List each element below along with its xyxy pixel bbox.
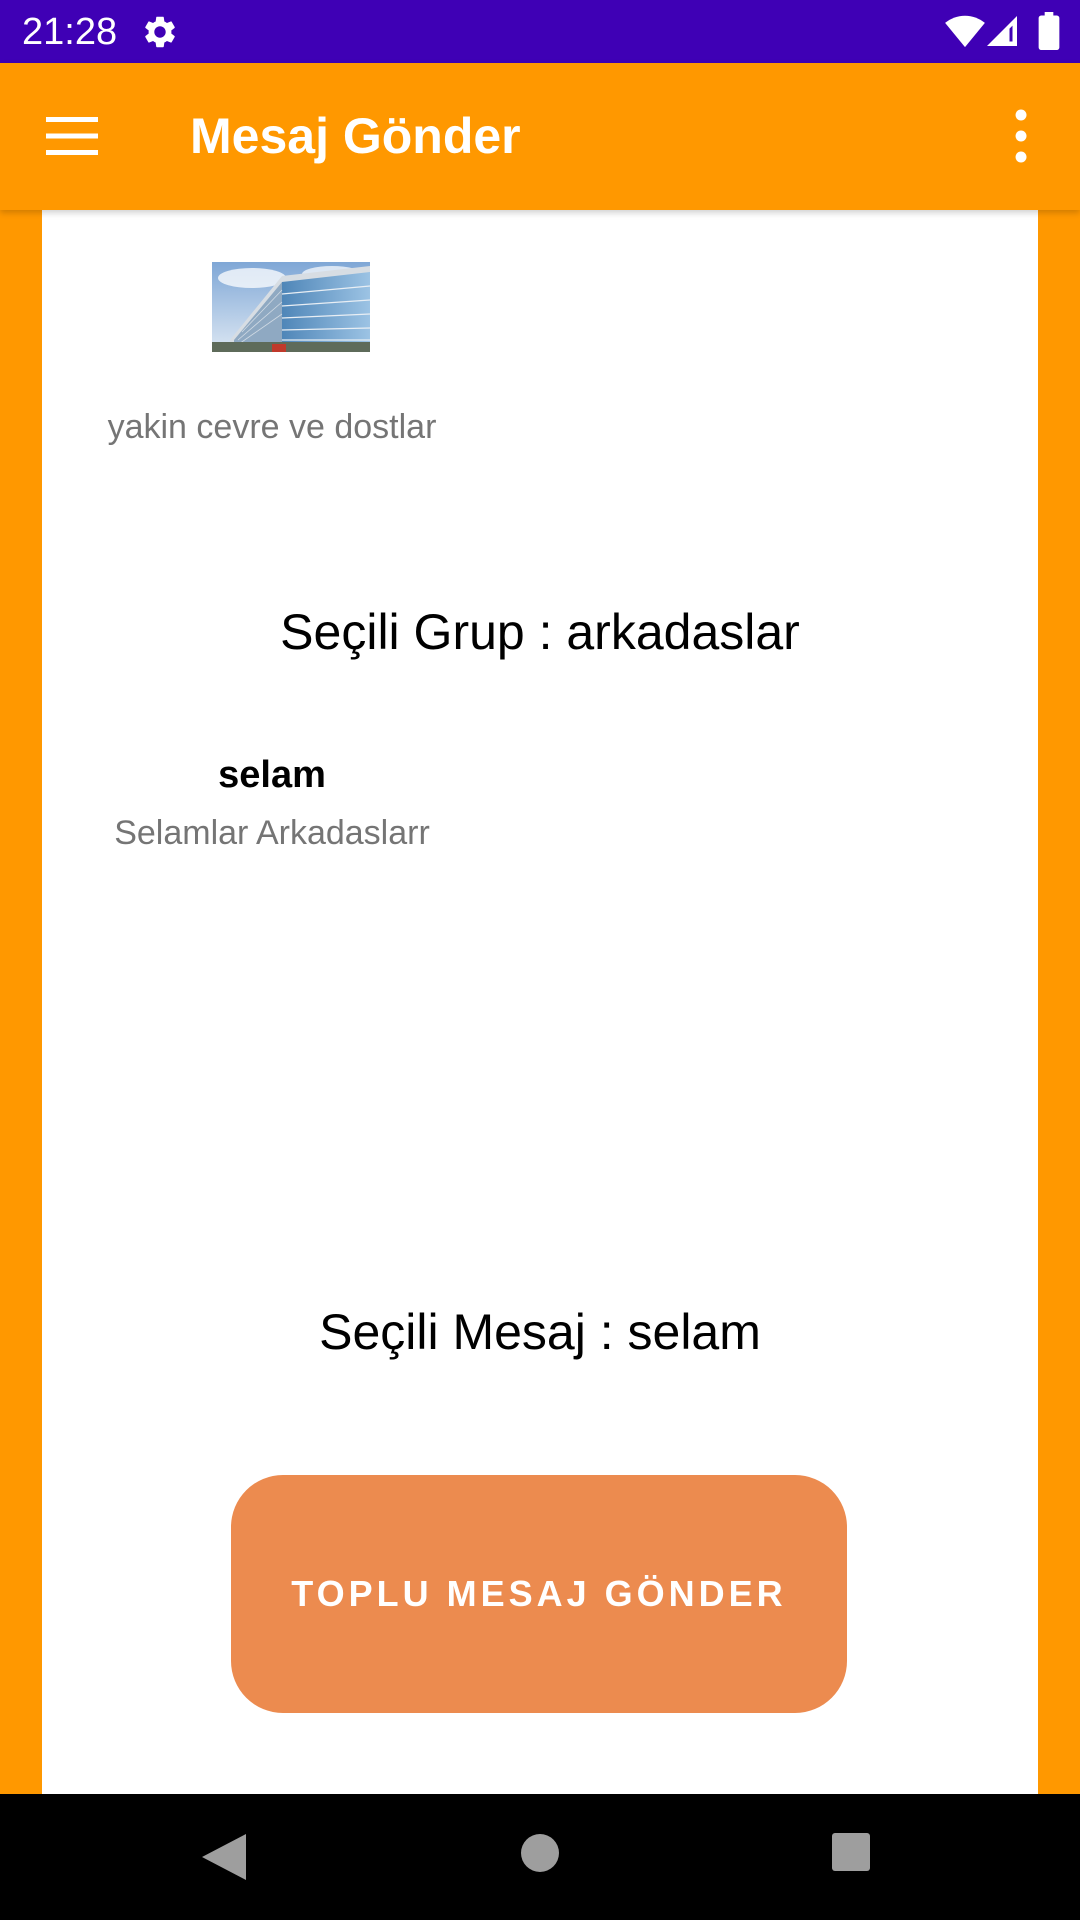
group-list-item[interactable]: yakin cevre ve dostlar bbox=[102, 262, 442, 502]
message-body: Selamlar Arkadaslarr bbox=[114, 814, 430, 852]
page-title: Mesaj Gönder bbox=[190, 108, 521, 164]
send-bulk-message-button[interactable]: TOPLU MESAJ GÖNDER bbox=[231, 1475, 847, 1713]
navigation-bar bbox=[0, 1794, 1080, 1920]
group-name: yakin cevre ve dostlar bbox=[107, 408, 437, 446]
group-image bbox=[212, 262, 370, 352]
back-icon[interactable] bbox=[200, 1832, 248, 1882]
overflow-menu-icon[interactable] bbox=[1006, 109, 1036, 163]
selected-message-label: Seçili Mesaj : selam bbox=[319, 1304, 761, 1360]
content-card: yakin cevre ve dostlar Seçili Grup : ark… bbox=[42, 210, 1038, 1794]
gear-icon bbox=[145, 16, 175, 48]
home-icon[interactable] bbox=[519, 1832, 561, 1874]
app-bar: Mesaj Gönder bbox=[0, 63, 1080, 210]
signal-icon bbox=[987, 16, 1017, 46]
recent-apps-icon[interactable] bbox=[830, 1831, 872, 1873]
message-list-item[interactable]: selam Selamlar Arkadaslarr bbox=[102, 750, 442, 920]
status-bar: 21:28 bbox=[0, 0, 1080, 63]
battery-icon bbox=[1038, 12, 1060, 50]
wifi-icon bbox=[945, 15, 985, 48]
selected-group-label: Seçili Grup : arkadaslar bbox=[280, 604, 800, 660]
message-title: selam bbox=[218, 754, 326, 796]
status-time: 21:28 bbox=[22, 11, 118, 53]
menu-icon[interactable] bbox=[46, 115, 98, 157]
